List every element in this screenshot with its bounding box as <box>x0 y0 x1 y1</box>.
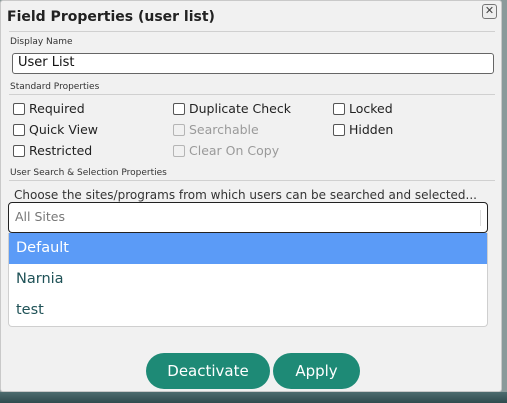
dialog-title: Field Properties (user list) <box>7 9 215 25</box>
duplicate-check-checkbox[interactable]: Duplicate Check <box>173 101 291 116</box>
sites-select-placeholder: All Sites <box>15 209 65 224</box>
sites-instructions: Choose the sites/programs from which use… <box>14 188 477 202</box>
checkbox-box[interactable] <box>13 144 25 157</box>
close-icon[interactable]: ✕ <box>482 4 497 19</box>
deactivate-button[interactable]: Deactivate <box>146 353 270 389</box>
select-indicator-separator <box>480 210 481 226</box>
restricted-checkbox[interactable]: Restricted <box>13 143 92 158</box>
display-name-label: Display Name <box>10 37 73 47</box>
checkbox-box[interactable] <box>13 123 25 136</box>
display-name-input[interactable]: User List <box>12 53 494 74</box>
checkbox-box[interactable] <box>173 102 185 115</box>
title-divider <box>9 31 495 32</box>
user-search-divider <box>9 180 495 181</box>
standard-properties-label: Standard Properties <box>10 82 100 92</box>
hidden-label: Hidden <box>349 122 394 137</box>
background-strip <box>0 392 507 403</box>
searchable-label: Searchable <box>189 122 259 137</box>
field-properties-dialog: Field Properties (user list) ✕ Display N… <box>0 0 502 392</box>
restricted-label: Restricted <box>29 143 93 158</box>
hidden-checkbox[interactable]: Hidden <box>333 122 393 137</box>
checkbox-box[interactable] <box>333 102 345 115</box>
standard-properties-divider <box>9 94 495 95</box>
checkbox-box <box>173 144 185 157</box>
sites-dropdown-list: Default Narnia test <box>8 233 488 327</box>
locked-label: Locked <box>349 101 393 116</box>
checkbox-box[interactable] <box>13 102 25 115</box>
searchable-checkbox: Searchable <box>173 122 259 137</box>
required-label: Required <box>29 101 85 116</box>
checkbox-box <box>173 123 185 136</box>
dropdown-option-narnia[interactable]: Narnia <box>9 264 487 295</box>
quick-view-label: Quick View <box>29 122 98 137</box>
dropdown-option-test[interactable]: test <box>9 295 487 326</box>
checkbox-box[interactable] <box>333 123 345 136</box>
clear-on-copy-label: Clear On Copy <box>189 143 280 158</box>
required-checkbox[interactable]: Required <box>13 101 85 116</box>
duplicate-check-label: Duplicate Check <box>189 101 291 116</box>
apply-button[interactable]: Apply <box>273 353 360 389</box>
sites-select[interactable]: All Sites <box>8 202 488 233</box>
clear-on-copy-checkbox: Clear On Copy <box>173 143 279 158</box>
user-search-label: User Search & Selection Properties <box>10 168 167 178</box>
locked-checkbox[interactable]: Locked <box>333 101 393 116</box>
quick-view-checkbox[interactable]: Quick View <box>13 122 98 137</box>
dropdown-option-default[interactable]: Default <box>9 233 487 264</box>
